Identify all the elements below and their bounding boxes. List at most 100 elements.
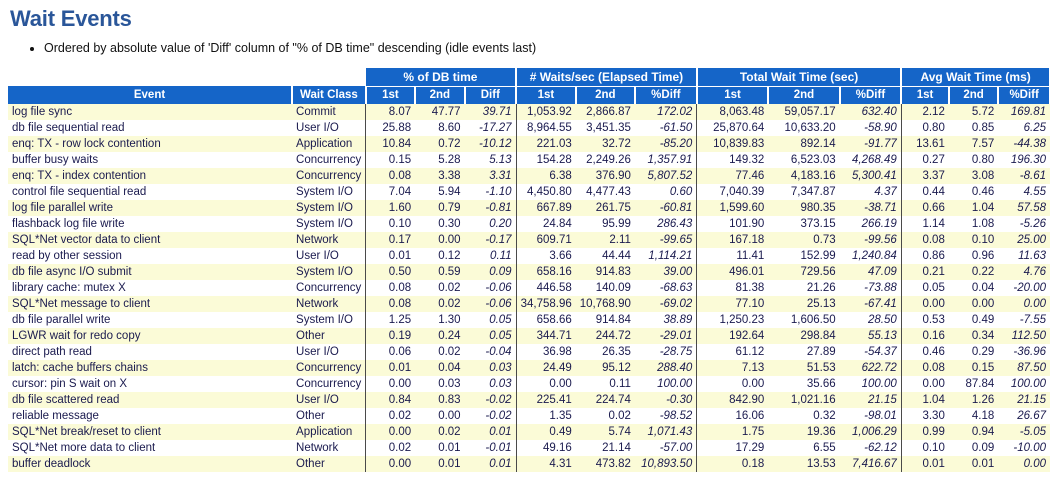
table-row[interactable]: enq: TX - row lock contention Application… — [8, 136, 1050, 152]
table-row[interactable]: latch: cache buffers chains Concurrency 0.… — [8, 360, 1050, 376]
column-header-wait-class[interactable]: Wait Class — [292, 86, 367, 104]
table-row[interactable]: control file sequential read System I/O 7.… — [8, 184, 1050, 200]
cell-total-1st: 149.32 — [696, 152, 769, 168]
column-header-waits-pctdiff[interactable]: %Diff — [634, 86, 698, 104]
cell-pct-diff: 0.01 — [464, 456, 517, 472]
table-row[interactable]: log file sync Commit 8.07 47.77 39.71 1,053.9… — [8, 104, 1050, 120]
column-header-avg-2nd[interactable]: 2nd — [948, 86, 1000, 104]
cell-waits-1st: 667.89 — [515, 200, 576, 216]
table-row[interactable]: buffer deadlock Other 0.00 0.01 0.01 4.31 473.… — [8, 456, 1050, 472]
cell-waits-1st: 344.71 — [515, 328, 576, 344]
cell-waits-2nd: 376.90 — [575, 168, 635, 184]
cell-waits-pctdiff: 172.02 — [634, 104, 697, 120]
cell-pct-diff: 0.03 — [464, 376, 517, 392]
table-row[interactable]: read by other session User I/O 0.01 0.12 0.1… — [8, 248, 1050, 264]
cell-event: db file scattered read — [8, 392, 293, 408]
cell-avg-1st: 0.21 — [900, 264, 949, 280]
cell-total-1st: 8,063.48 — [696, 104, 769, 120]
cell-wait-class: System I/O — [292, 312, 366, 328]
table-row[interactable]: SQL*Net break/reset to client Application… — [8, 424, 1050, 440]
cell-waits-1st: 0.49 — [515, 424, 576, 440]
table-row[interactable]: db file parallel write System I/O 1.25 1.30… — [8, 312, 1050, 328]
cell-waits-1st: 8,964.55 — [515, 120, 576, 136]
cell-pct-diff: -0.04 — [464, 344, 517, 360]
cell-avg-pctdiff: -5.26 — [998, 216, 1050, 232]
cell-event: log file sync — [8, 104, 293, 120]
cell-pct-1st: 0.01 — [365, 360, 416, 376]
cell-pct-diff: -0.06 — [464, 280, 517, 296]
column-header-pct-2nd[interactable]: 2nd — [415, 86, 466, 104]
cell-event: library cache: mutex X — [8, 280, 293, 296]
cell-avg-pctdiff: 21.15 — [998, 392, 1050, 408]
cell-avg-2nd: 0.94 — [948, 424, 999, 440]
column-header-event[interactable]: Event — [8, 86, 294, 104]
column-header-total-1st[interactable]: 1st — [696, 86, 770, 104]
cell-waits-pctdiff: -61.50 — [634, 120, 697, 136]
column-header-total-2nd[interactable]: 2nd — [768, 86, 841, 104]
cell-wait-class: Other — [292, 328, 366, 344]
table-row[interactable]: cursor: pin S wait on X Concurrency 0.00 0.… — [8, 376, 1050, 392]
column-header-pct-diff[interactable]: Diff — [464, 86, 518, 104]
cell-total-pctdiff: 1,006.29 — [839, 424, 902, 440]
table-row[interactable]: SQL*Net vector data to client Network 0.17… — [8, 232, 1050, 248]
cell-total-pctdiff: 632.40 — [839, 104, 902, 120]
cell-pct-1st: 0.00 — [365, 424, 416, 440]
cell-total-pctdiff: 100.00 — [839, 376, 902, 392]
cell-total-pctdiff: 47.09 — [839, 264, 902, 280]
cell-pct-2nd: 0.02 — [415, 424, 465, 440]
cell-avg-2nd: 0.22 — [948, 264, 999, 280]
cell-avg-2nd: 7.57 — [948, 136, 999, 152]
table-row[interactable]: SQL*Net message to client Network 0.08 0.02… — [8, 296, 1050, 312]
column-header-waits-2nd[interactable]: 2nd — [575, 86, 636, 104]
cell-waits-2nd: 2.11 — [575, 232, 635, 248]
cell-pct-2nd: 3.38 — [415, 168, 465, 184]
table-row[interactable]: reliable message Other 0.02 0.00 -0.02 1.35 0.… — [8, 408, 1050, 424]
cell-total-pctdiff: -99.56 — [839, 232, 902, 248]
column-header-avg-1st[interactable]: 1st — [901, 86, 950, 104]
cell-total-2nd: 1,606.50 — [768, 312, 840, 328]
cell-total-1st: 17.29 — [696, 440, 769, 456]
cell-avg-2nd: 0.10 — [948, 232, 999, 248]
cell-avg-2nd: 1.08 — [948, 216, 999, 232]
cell-event: enq: TX - row lock contention — [8, 136, 293, 152]
table-row[interactable]: log file parallel write System I/O 1.60 0.7… — [8, 200, 1050, 216]
table-row[interactable]: SQL*Net more data to client Network 0.02 0.… — [8, 440, 1050, 456]
table-row[interactable]: buffer busy waits Concurrency 0.15 5.28 5.13… — [8, 152, 1050, 168]
cell-waits-2nd: 5.74 — [575, 424, 635, 440]
column-header-waits-1st[interactable]: 1st — [516, 86, 577, 104]
column-header-pct-1st[interactable]: 1st — [365, 86, 417, 104]
cell-total-2nd: 6,523.03 — [768, 152, 840, 168]
cell-total-2nd: 6.55 — [768, 440, 840, 456]
cell-waits-2nd: 21.14 — [575, 440, 635, 456]
table-row[interactable]: db file sequential read User I/O 25.88 8.60… — [8, 120, 1050, 136]
cell-total-2nd: 1,021.16 — [768, 392, 840, 408]
cell-avg-1st: 3.37 — [900, 168, 949, 184]
column-header-total-pctdiff[interactable]: %Diff — [839, 86, 903, 104]
cell-pct-diff: 0.20 — [464, 216, 517, 232]
column-header-avg-pctdiff[interactable]: %Diff — [998, 86, 1051, 104]
cell-waits-pctdiff: 0.60 — [634, 184, 697, 200]
cell-waits-2nd: 2,249.26 — [575, 152, 635, 168]
cell-total-2nd: 7,347.87 — [768, 184, 840, 200]
cell-waits-2nd: 95.12 — [575, 360, 635, 376]
table-row[interactable]: library cache: mutex X Concurrency 0.08 0.0… — [8, 280, 1050, 296]
cell-pct-2nd: 0.00 — [415, 408, 465, 424]
cell-avg-2nd: 0.80 — [948, 152, 999, 168]
table-row[interactable]: enq: TX - index contention Concurrency 0.0… — [8, 168, 1050, 184]
table-row[interactable]: flashback log file write System I/O 0.10 0.… — [8, 216, 1050, 232]
table-row[interactable]: db file scattered read User I/O 0.84 0.83 -0… — [8, 392, 1050, 408]
cell-wait-class: Concurrency — [292, 168, 366, 184]
cell-pct-1st: 0.08 — [365, 168, 416, 184]
cell-wait-class: User I/O — [292, 344, 366, 360]
cell-pct-1st: 0.02 — [365, 408, 416, 424]
cell-total-pctdiff: 4.37 — [839, 184, 902, 200]
cell-waits-2nd: 244.72 — [575, 328, 635, 344]
table-row[interactable]: db file async I/O submit System I/O 0.50 0.… — [8, 264, 1050, 280]
table-row[interactable]: LGWR wait for redo copy Other 0.19 0.24 0.05… — [8, 328, 1050, 344]
cell-pct-1st: 0.01 — [365, 248, 416, 264]
cell-total-1st: 1,599.60 — [696, 200, 769, 216]
cell-avg-pctdiff: -44.38 — [998, 136, 1050, 152]
table-row[interactable]: direct path read User I/O 0.06 0.02 -0.04 36.… — [8, 344, 1050, 360]
cell-waits-pctdiff: 5,807.52 — [634, 168, 697, 184]
cell-event: SQL*Net break/reset to client — [8, 424, 293, 440]
